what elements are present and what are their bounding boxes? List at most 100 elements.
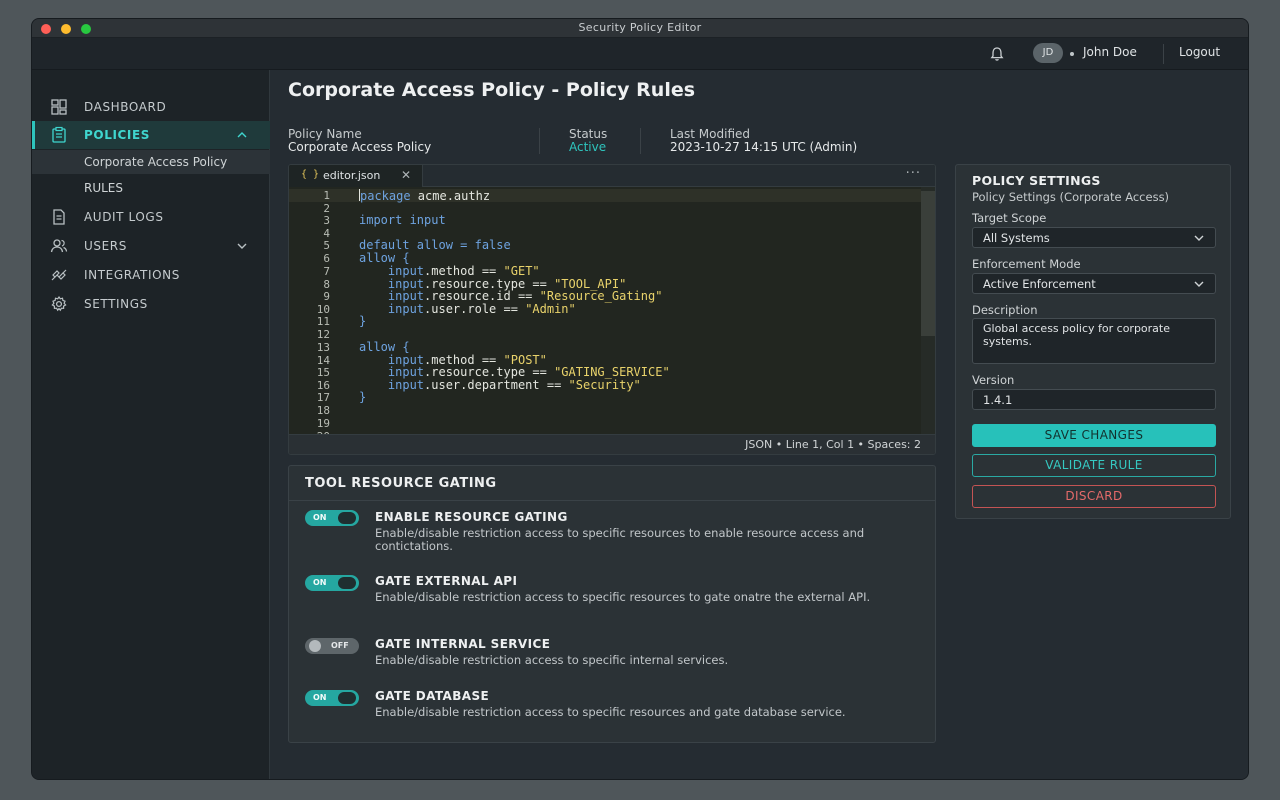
code-editor: { } editor.json ✕ ··· 1 package acme.aut… [288, 164, 936, 455]
resource-gating-panel: TOOL RESOURCE GATING ON ENABLE RESOURCE … [288, 465, 936, 743]
chevron-down-icon [1194, 235, 1204, 241]
target-scope-label: Target Scope [972, 211, 1047, 225]
more-options-icon[interactable]: ··· [906, 166, 921, 181]
chevron-up-icon[interactable] [236, 130, 248, 140]
sidebar-item-policies[interactable]: POLICIES [32, 121, 270, 149]
user-name[interactable]: John Doe [1083, 45, 1137, 59]
line-number: 12 [316, 328, 330, 341]
version-input[interactable]: 1.4.1 [972, 389, 1216, 410]
divider [1163, 44, 1164, 64]
document-icon [53, 209, 65, 225]
toggle-state-label: ON [313, 578, 327, 587]
sidebar-item-label: INTEGRATIONS [84, 268, 180, 282]
toggle-knob [338, 577, 356, 589]
toggle-state-label: OFF [331, 641, 349, 650]
editor-status-bar: JSON • Line 1, Col 1 • Spaces: 2 [289, 434, 935, 454]
panel-title: POLICY SETTINGS [972, 173, 1101, 188]
code-line: 17 } [289, 390, 921, 405]
avatar[interactable]: JD [1033, 43, 1063, 63]
gate-external-api-toggle[interactable]: ON [305, 575, 359, 591]
target-scope-select[interactable]: All Systems [972, 227, 1216, 248]
bell-icon[interactable] [988, 45, 1006, 63]
select-value: Active Enforcement [983, 277, 1096, 291]
sidebar: DASHBOARD POLICIES Corporate Access Poli… [32, 70, 270, 779]
json-file-icon: { } [301, 169, 320, 180]
sidebar-subitem-rules[interactable]: RULES [32, 176, 270, 200]
policy-name-label: Policy Name [288, 127, 362, 141]
divider [289, 500, 935, 501]
enable-resource-gating-toggle[interactable]: ON [305, 510, 359, 526]
enforcement-mode-select[interactable]: Active Enforcement [972, 273, 1216, 294]
editor-tab[interactable]: { } editor.json ✕ [289, 165, 423, 187]
separator-dot [1070, 52, 1074, 56]
gate-internal-service-toggle[interactable]: OFF [305, 638, 359, 654]
chevron-down-icon[interactable] [236, 241, 248, 251]
code-text: } [359, 314, 367, 328]
code-line: 18 [289, 404, 921, 417]
policy-settings-panel: POLICY SETTINGS Policy Settings (Corpora… [955, 164, 1231, 519]
save-changes-button[interactable]: SAVE CHANGES [972, 424, 1216, 447]
sidebar-subitem-corporate-access-policy[interactable]: Corporate Access Policy [32, 150, 270, 174]
editor-status-text: JSON • Line 1, Col 1 • Spaces: 2 [745, 438, 921, 451]
title-bar: Security Policy Editor [32, 19, 1248, 38]
code-text: } [359, 390, 367, 404]
option-description: Enable/disable restriction access to spe… [375, 526, 865, 553]
main-content: Corporate Access Policy - Policy Rules P… [271, 70, 1248, 779]
sidebar-subitem-label: Corporate Access Policy [84, 155, 228, 169]
select-value: All Systems [983, 231, 1050, 245]
toggle-state-label: ON [313, 513, 327, 522]
dashboard-icon [51, 99, 67, 115]
users-icon [50, 239, 68, 253]
option-description: Enable/disable restriction access to spe… [375, 705, 846, 719]
sidebar-item-integrations[interactable]: INTEGRATIONS [32, 261, 270, 289]
line-number: 3 [323, 214, 330, 227]
line-number: 1 [323, 189, 330, 202]
toggle-knob [338, 692, 356, 704]
line-number: 7 [323, 265, 330, 278]
code-line: 1 package acme.authz [289, 189, 921, 203]
option-title: GATE DATABASE [375, 689, 490, 703]
code-line: 3 import input [289, 214, 921, 228]
last-modified-label: Last Modified [670, 127, 751, 141]
code-text: package acme.authz [359, 189, 491, 203]
option-title: GATE EXTERNAL API [375, 574, 518, 588]
toggle-state-label: ON [313, 693, 327, 702]
status-label: Status [569, 127, 608, 141]
option-title: ENABLE RESOURCE GATING [375, 510, 568, 524]
integrations-icon [51, 269, 67, 281]
code-text-area[interactable]: 1 package acme.authz 2 3 import input 4 … [289, 187, 921, 434]
version-label: Version [972, 373, 1015, 387]
sidebar-item-settings[interactable]: SETTINGS [32, 290, 270, 318]
gear-icon [51, 295, 67, 312]
sidebar-item-label: USERS [84, 239, 127, 253]
validate-rule-button[interactable]: VALIDATE RULE [972, 454, 1216, 477]
editor-tab-bar: { } editor.json ✕ ··· [289, 165, 935, 187]
app-window: Security Policy Editor JD John Doe Logou… [31, 18, 1249, 780]
window-title: Security Policy Editor [578, 21, 702, 34]
editor-scrollbar-thumb[interactable] [921, 191, 935, 336]
policy-name-value: Corporate Access Policy [288, 140, 432, 154]
description-textarea[interactable]: Global access policy for corporate syste… [972, 318, 1216, 364]
code-line: 19 [289, 417, 921, 430]
top-bar: JD John Doe Logout [32, 38, 1248, 70]
panel-title: TOOL RESOURCE GATING [305, 476, 497, 491]
option-title: GATE INTERNAL SERVICE [375, 637, 551, 651]
line-number: 11 [316, 315, 330, 328]
line-number: 17 [316, 391, 330, 404]
logout-button[interactable]: Logout [1179, 45, 1220, 59]
discard-button[interactable]: DISCARD [972, 485, 1216, 508]
page-title: Corporate Access Policy - Policy Rules [288, 79, 696, 101]
option-description: Enable/disable restriction access to spe… [375, 653, 729, 667]
line-number: 15 [316, 366, 330, 379]
gate-database-toggle[interactable]: ON [305, 690, 359, 706]
sidebar-subitem-label: RULES [84, 181, 124, 195]
line-number: 18 [316, 404, 330, 417]
description-label: Description [972, 303, 1038, 317]
sidebar-item-label: DASHBOARD [84, 100, 167, 114]
sidebar-item-dashboard[interactable]: DASHBOARD [32, 93, 270, 121]
sidebar-item-users[interactable]: USERS [32, 232, 270, 260]
close-icon[interactable]: ✕ [401, 168, 411, 182]
sidebar-item-audit-logs[interactable]: AUDIT LOGS [32, 203, 270, 231]
divider [539, 128, 540, 154]
active-indicator [32, 121, 35, 149]
